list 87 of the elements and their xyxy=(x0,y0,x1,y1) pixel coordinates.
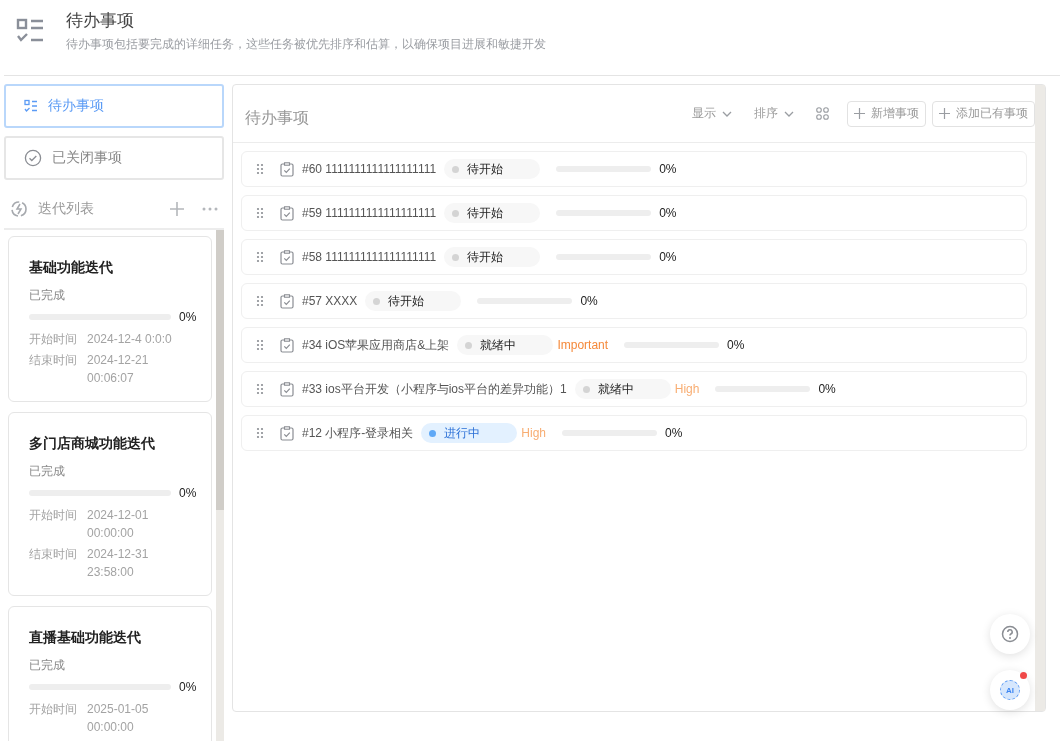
date-label: 开始时间 xyxy=(29,331,77,348)
task-title: #33 ios平台开发（小程序与ios平台的差异功能）1 xyxy=(302,380,567,398)
check-circle-icon xyxy=(24,149,42,167)
clipboard-icon xyxy=(280,425,294,441)
clipboard-icon xyxy=(280,205,294,221)
grid-icon[interactable] xyxy=(816,107,829,120)
page-description: 待办事项包括要完成的详细任务，这些任务被优先排序和估算，以确保项目进展和敏捷开发 xyxy=(66,37,546,52)
add-icon[interactable] xyxy=(170,202,184,216)
scrollbar[interactable] xyxy=(216,230,224,741)
iteration-icon xyxy=(10,200,28,218)
iteration-name: 多门店商城功能迭代 xyxy=(29,435,156,453)
clipboard-icon xyxy=(280,293,294,309)
date-value: 2024-12-31 23:58:00 xyxy=(87,546,150,581)
progress-reading: 0% xyxy=(179,486,197,500)
task-row[interactable]: #33 ios平台开发（小程序与ios平台的差异功能）1 就绪中 High 0% xyxy=(241,371,1027,407)
help-icon xyxy=(1001,625,1019,643)
drag-handle-icon[interactable] xyxy=(256,207,264,219)
chevron-down-icon xyxy=(722,110,732,117)
clipboard-icon xyxy=(280,337,294,353)
panel-title: 待办事项 xyxy=(245,108,310,128)
task-row[interactable]: #12 小程序-登录相关 进行中 High 0% xyxy=(241,415,1027,451)
status-tag[interactable]: 就绪中 xyxy=(574,379,671,399)
progress-reading: 0% xyxy=(659,250,677,264)
task-row[interactable]: #60 1111111111111111111 待开始 0% xyxy=(241,151,1027,187)
clipboard-icon xyxy=(280,381,294,397)
progress-reading: 0% xyxy=(665,426,683,440)
iteration-card[interactable]: 直播基础功能迭代 已完成 0% 开始时间 2025-01-05 00:00:00 xyxy=(8,606,212,741)
section-title: 迭代列表 xyxy=(38,200,95,218)
status-tag[interactable]: 就绪中 xyxy=(457,335,554,355)
date-label: 开始时间 xyxy=(29,701,77,718)
progress-reading: 0% xyxy=(179,680,197,694)
drag-handle-icon[interactable] xyxy=(256,427,264,439)
date-label: 开始时间 xyxy=(29,507,77,524)
iteration-card[interactable]: 多门店商城功能迭代 已完成 0% 开始时间 2024-12-01 00:00:00 结束时间 2024-12-31 23:58:00 xyxy=(8,412,212,596)
drag-handle-icon[interactable] xyxy=(256,383,264,395)
date-value: 2024-12-4 0:0:0 xyxy=(87,331,173,348)
iteration-status: 已完成 xyxy=(29,287,66,304)
iteration-name: 基础功能迭代 xyxy=(29,259,114,277)
ai-badge: AI xyxy=(1000,680,1020,700)
help-button[interactable] xyxy=(990,614,1030,654)
progress-reading: 0% xyxy=(818,382,836,396)
progress-reading: 0% xyxy=(179,310,197,324)
task-title: #58 1111111111111111111 xyxy=(302,250,437,264)
status-tag[interactable]: 待开始 xyxy=(444,159,541,179)
progress-reading: 0% xyxy=(659,206,677,220)
date-value: 2024-12-01 00:00:00 xyxy=(87,507,150,542)
date-label: 结束时间 xyxy=(29,546,77,563)
drag-handle-icon[interactable] xyxy=(256,295,264,307)
task-row[interactable]: #59 1111111111111111111 待开始 0% xyxy=(241,195,1027,231)
progress-reading: 0% xyxy=(580,294,598,308)
iteration-name: 直播基础功能迭代 xyxy=(29,629,142,647)
status-tag[interactable]: 待开始 xyxy=(444,203,541,223)
task-title: #59 1111111111111111111 xyxy=(302,206,437,220)
iteration-status: 已完成 xyxy=(29,657,66,674)
task-title: #60 1111111111111111111 xyxy=(302,162,437,176)
more-icon[interactable] xyxy=(202,207,218,211)
status-tag[interactable]: 待开始 xyxy=(444,247,541,267)
plus-icon xyxy=(854,108,865,119)
iteration-card[interactable]: 基础功能迭代 已完成 0% 开始时间 2024-12-4 0:0:0 结束时间 2024-12-21 00:06:07 xyxy=(8,236,212,402)
task-title: #57 XXXX xyxy=(302,294,358,308)
date-label: 结束时间 xyxy=(29,352,77,369)
drag-handle-icon[interactable] xyxy=(256,163,264,175)
date-value: 2024-12-21 00:06:07 xyxy=(87,352,150,387)
drag-handle-icon[interactable] xyxy=(256,339,264,351)
priority-label: High xyxy=(674,382,700,396)
date-value: 2025-01-05 00:00:00 xyxy=(87,701,150,736)
priority-label: High xyxy=(521,426,547,440)
drag-handle-icon[interactable] xyxy=(256,251,264,263)
status-tag[interactable]: 进行中 xyxy=(421,423,518,443)
priority-label: Important xyxy=(557,338,609,352)
chevron-down-icon xyxy=(784,110,794,117)
task-row[interactable]: #58 1111111111111111111 待开始 0% xyxy=(241,239,1027,275)
status-tag[interactable]: 待开始 xyxy=(365,291,462,311)
iteration-status: 已完成 xyxy=(29,463,66,480)
clipboard-icon xyxy=(280,249,294,265)
plus-icon xyxy=(939,108,950,119)
task-title: #34 iOS苹果应用商店&上架 xyxy=(302,336,450,354)
clipboard-icon xyxy=(280,161,294,177)
task-row[interactable]: #57 XXXX 待开始 0% xyxy=(241,283,1027,319)
progress-reading: 0% xyxy=(727,338,745,352)
progress-reading: 0% xyxy=(659,162,677,176)
task-title: #12 小程序-登录相关 xyxy=(302,424,414,442)
page-title: 待办事项 xyxy=(66,10,135,32)
checklist-icon xyxy=(24,99,38,113)
task-row[interactable]: #34 iOS苹果应用商店&上架 就绪中 Important 0% xyxy=(241,327,1027,363)
scrollbar[interactable] xyxy=(1035,85,1045,711)
nav-tab[interactable]: 已关闭事项 xyxy=(4,136,224,180)
